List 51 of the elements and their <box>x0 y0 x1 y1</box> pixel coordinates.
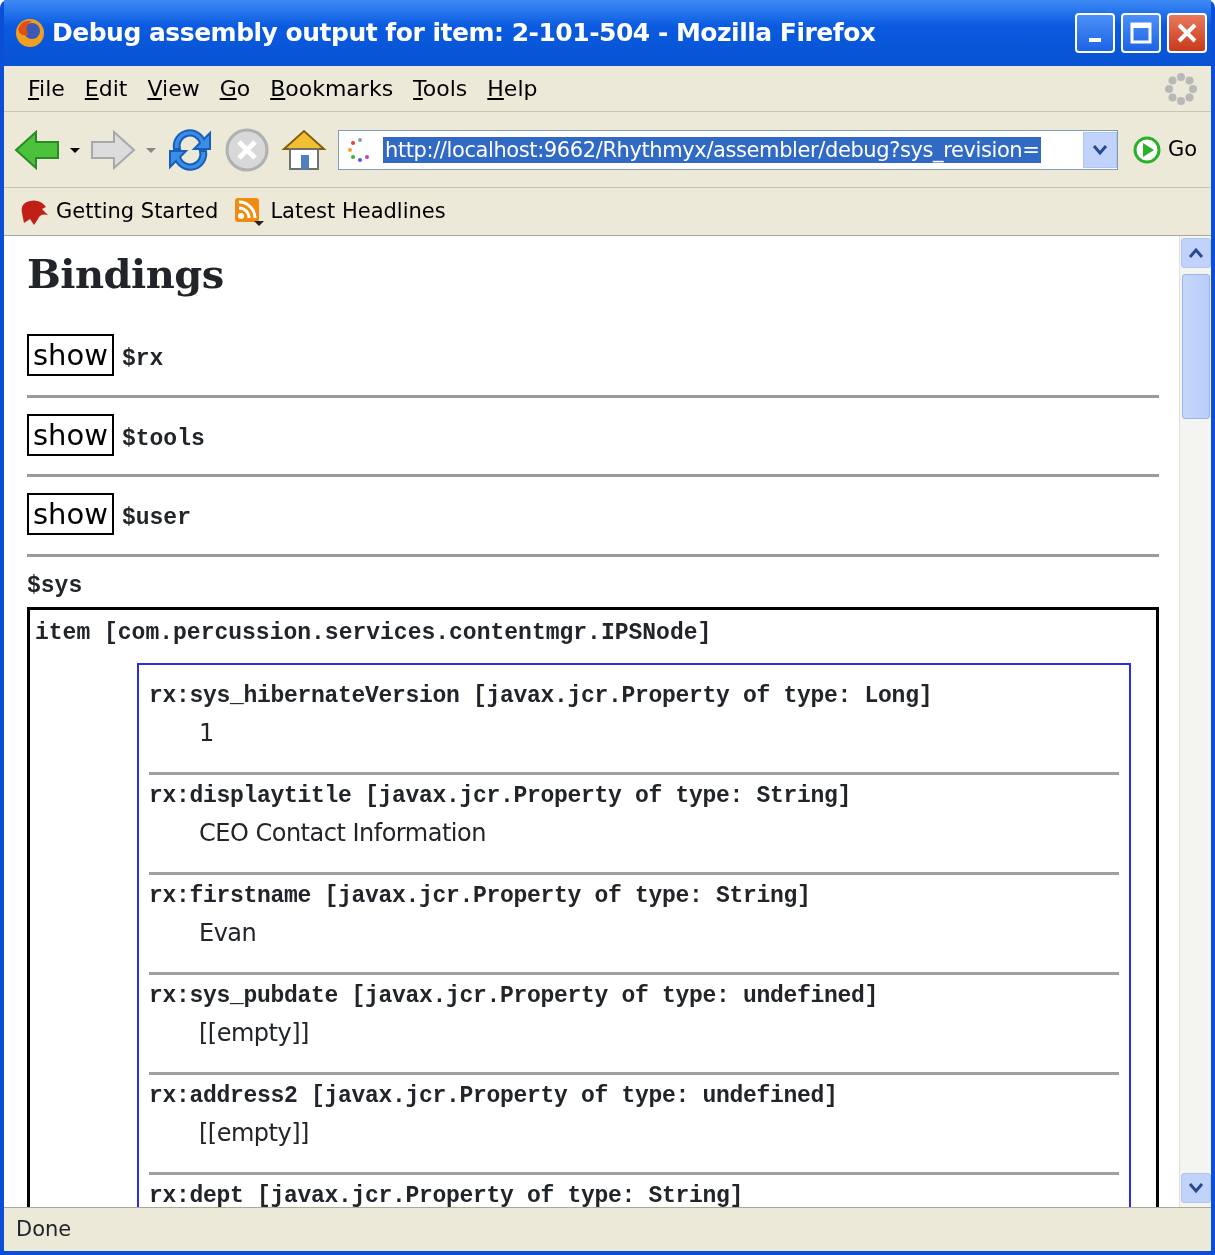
property-name: rx:sys_pubdate [javax.jcr.Property of type: undefined] <box>149 981 880 1011</box>
property-value: [[empty]] <box>198 1118 310 1149</box>
rss-feed-icon <box>234 196 265 227</box>
property-name: rx:address2 [javax.jcr.Property of type: undefined] <box>149 1081 839 1111</box>
maximize-button[interactable] <box>1121 13 1161 53</box>
activity-throbber-icon <box>1165 72 1197 105</box>
close-button[interactable] <box>1167 13 1207 53</box>
window-title: Debug assembly output for item: 2-101-504 - Mozilla Firefox <box>52 17 877 50</box>
back-arrow-icon[interactable] <box>14 129 60 170</box>
menu-item[interactable]: Bookmarks <box>260 72 404 105</box>
status-text: Done <box>16 1215 73 1243</box>
scrollbar-thumb[interactable] <box>1182 274 1210 419</box>
scroll-up-icon[interactable] <box>1188 247 1204 259</box>
reload-icon[interactable] <box>166 126 214 173</box>
variable-name: $rx <box>121 345 164 374</box>
property-value: CEO Contact Information <box>198 818 487 849</box>
property-name: rx:dept [javax.jcr.Property of type: String] <box>149 1181 745 1207</box>
property-name: rx:firstname [javax.jcr.Property of type: String] <box>149 881 812 911</box>
property-value: Evan <box>198 918 258 949</box>
close-icon <box>1176 22 1198 44</box>
scroll-down-icon[interactable] <box>1188 1182 1204 1194</box>
property-value: 1 <box>198 718 215 749</box>
property-value: [[empty]] <box>198 1018 310 1049</box>
minimize-button[interactable] <box>1075 13 1115 53</box>
vertical-scrollbar[interactable] <box>1179 236 1211 1207</box>
property-name: rx:sys_hibernateVersion [javax.jcr.Property of type: Long] <box>149 681 934 711</box>
menu-item[interactable]: Edit <box>74 72 138 105</box>
browser-logo-icon <box>14 17 46 49</box>
maximize-icon <box>1130 22 1152 44</box>
go-button[interactable]: Go <box>1127 133 1201 166</box>
dropdown-icon[interactable] <box>70 145 80 154</box>
play-icon <box>1131 134 1162 165</box>
menu-item[interactable]: View <box>137 72 210 105</box>
menu-item[interactable]: File <box>18 72 75 105</box>
show-button[interactable]: show <box>27 493 114 536</box>
url-text: http://localhost:9662/Rhythmyx/assembler/debug?sys_revision= <box>383 136 1042 163</box>
bookmark-link[interactable]: Latest Headlines <box>230 195 450 228</box>
bookmark-link[interactable]: Getting Started <box>14 195 223 228</box>
page-heading: Bindings <box>27 250 225 298</box>
variable-name: $sys <box>27 571 84 601</box>
menu-item[interactable]: Go <box>209 72 261 105</box>
menu-item[interactable]: Help <box>477 72 548 105</box>
variable-name: $tools <box>121 424 205 454</box>
item-title: item [com.percussion.services.contentmgr.IPSNode] <box>35 619 713 648</box>
show-button[interactable]: show <box>27 334 114 377</box>
variable-name: $user <box>121 504 191 533</box>
minimize-icon <box>1089 38 1101 42</box>
menu-item[interactable]: Tools <box>403 72 478 105</box>
address-field[interactable]: http://localhost:9662/Rhythmyx/assembler/debug?sys_revision= <box>338 129 1118 170</box>
show-button[interactable]: show <box>27 413 114 456</box>
property-name: rx:displaytitle [javax.jcr.Property of type: String] <box>149 781 853 811</box>
